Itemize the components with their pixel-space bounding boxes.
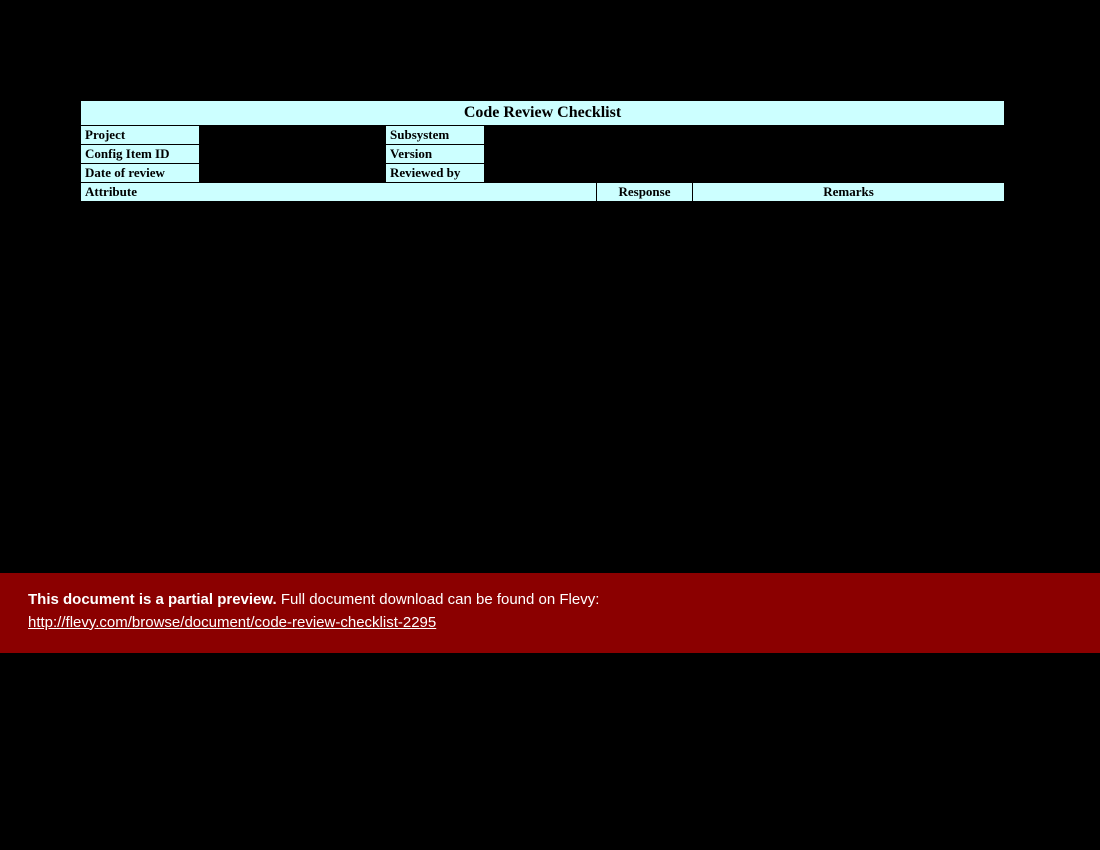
reviewed-label: Reviewed by: [385, 164, 485, 183]
col-remarks: Remarks: [693, 183, 1005, 202]
meta-row-2: Config Item ID Version: [80, 145, 1005, 164]
meta-row-1: Project Subsystem: [80, 126, 1005, 145]
banner-bold-text: This document is a partial preview.: [28, 591, 277, 608]
subsystem-label: Subsystem: [385, 126, 485, 145]
reviewed-value: [485, 164, 597, 183]
banner-rest-text: Full document download can be found on F…: [277, 591, 600, 608]
version-value: [485, 145, 597, 164]
col-attribute: Attribute: [80, 183, 597, 202]
config-value: [200, 145, 385, 164]
subsystem-value: [485, 126, 597, 145]
version-label: Version: [385, 145, 485, 164]
preview-banner: This document is a partial preview. Full…: [0, 573, 1100, 653]
date-label: Date of review: [80, 164, 200, 183]
banner-link[interactable]: http://flevy.com/browse/document/code-re…: [28, 614, 436, 631]
sheet-title: Code Review Checklist: [80, 100, 1005, 126]
meta-row-3: Date of review Reviewed by: [80, 164, 1005, 183]
project-value: [200, 126, 385, 145]
column-header-row: Attribute Response Remarks: [80, 183, 1005, 202]
checklist-sheet: Code Review Checklist Project Subsystem …: [80, 100, 1005, 202]
col-response: Response: [597, 183, 693, 202]
date-value: [200, 164, 385, 183]
project-label: Project: [80, 126, 200, 145]
config-label: Config Item ID: [80, 145, 200, 164]
